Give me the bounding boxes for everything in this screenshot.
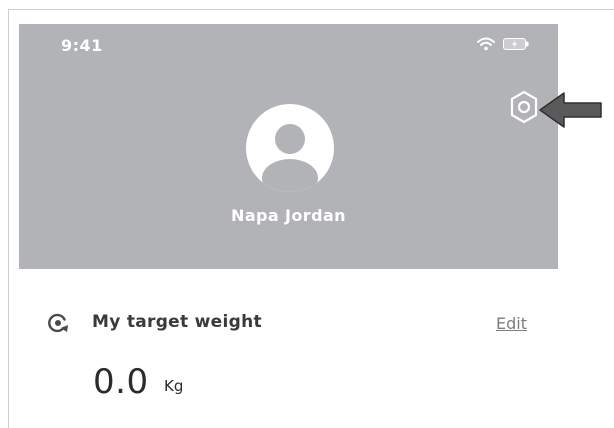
profile-header: 9:41 Napa Jordan [19, 24, 558, 269]
avatar [246, 104, 334, 192]
battery-charging-icon [503, 38, 529, 50]
target-refresh-icon [48, 313, 68, 333]
status-time: 9:41 [61, 36, 103, 55]
edit-target-weight-link[interactable]: Edit [496, 314, 527, 333]
user-name: Napa Jordan [231, 206, 346, 225]
frame-left-border [8, 9, 9, 428]
target-weight-value: 0.0 [93, 362, 149, 402]
settings-hexagon-icon[interactable] [509, 90, 539, 124]
user-avatar-icon [262, 124, 318, 192]
wifi-icon [477, 37, 495, 51]
callout-arrow-icon [539, 92, 602, 128]
frame-top-border [8, 9, 614, 10]
target-weight-unit: Kg [164, 377, 184, 395]
target-weight-label: My target weight [92, 312, 262, 332]
